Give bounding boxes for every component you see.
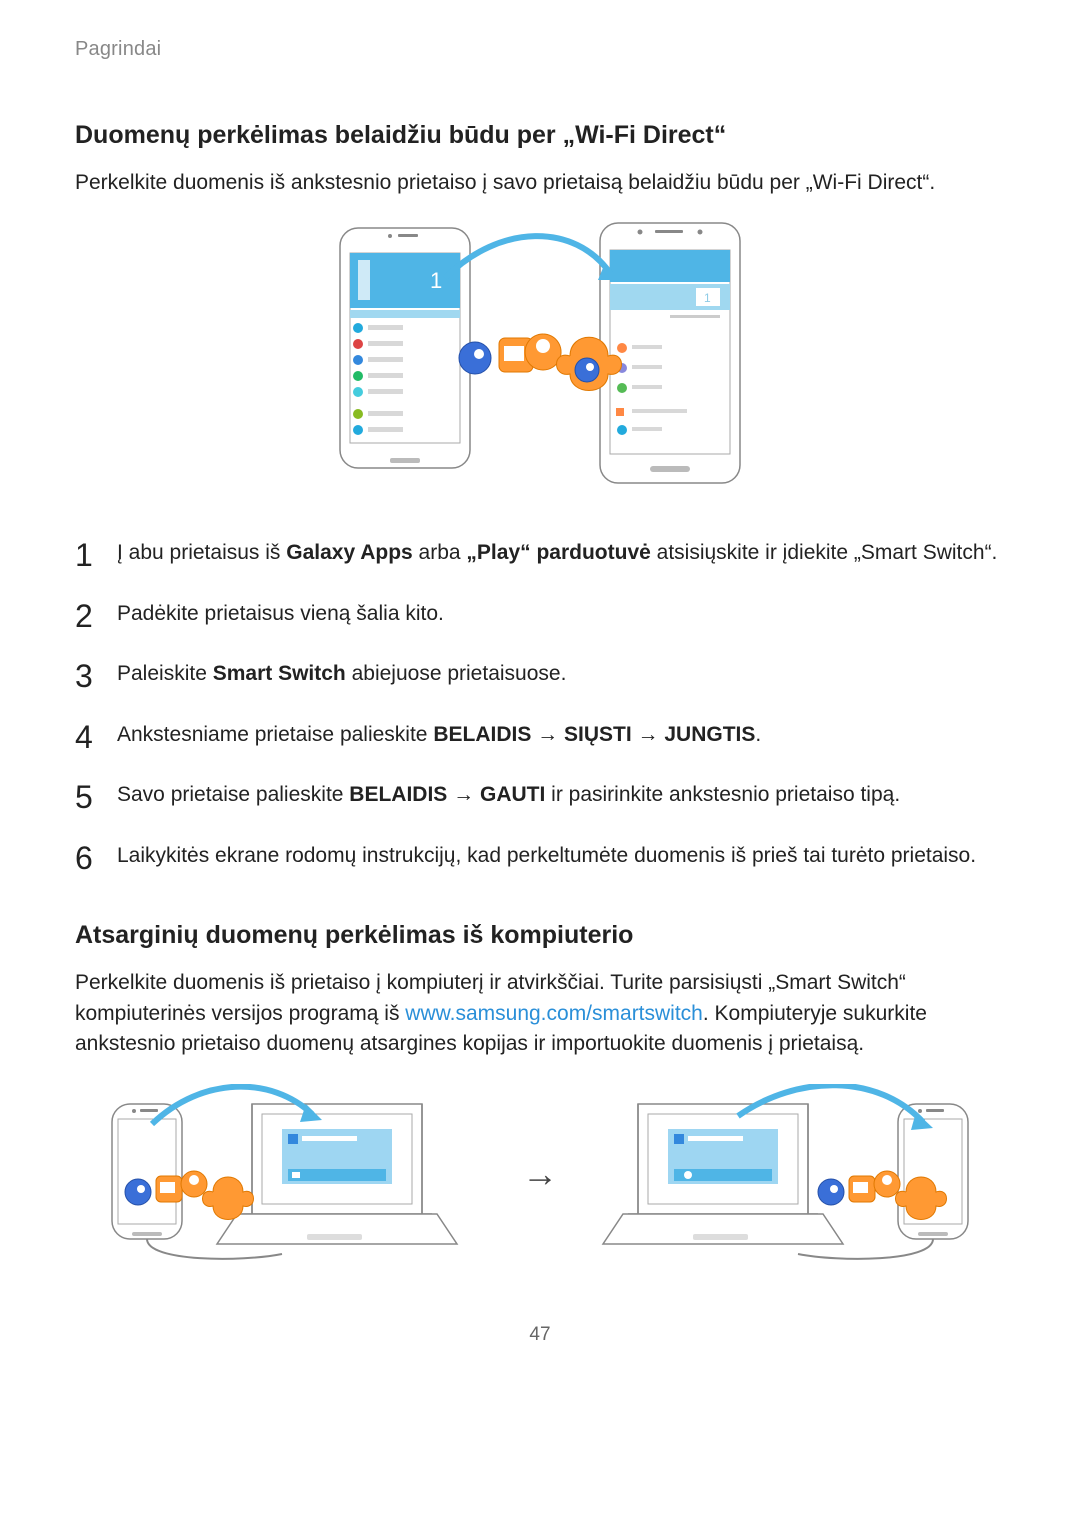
step5-pre: Savo prietaise palieskite <box>117 783 349 806</box>
illustration-phone-laptop-left <box>102 1084 482 1264</box>
step3-post: abiejuose prietaisuose. <box>346 662 567 685</box>
section2-paragraph: Perkelkite duomenis iš prietaiso į kompi… <box>75 968 1005 1059</box>
smartswitch-link[interactable]: www.samsung.com/smartswitch <box>405 1002 703 1025</box>
arrow-icon: → <box>632 723 665 746</box>
svg-text:1: 1 <box>430 268 442 293</box>
step5-b1: BELAIDIS <box>349 783 447 806</box>
step4-b3: JUNGTIS <box>664 723 755 746</box>
step4-post: . <box>755 723 761 746</box>
step-4: Ankstesniame prietaise palieskite BELAID… <box>75 720 1005 750</box>
page-number: 47 <box>75 1324 1005 1346</box>
steps-list: Į abu prietaisus iš Galaxy Apps arba „Pl… <box>75 538 1005 871</box>
step3-pre: Paleiskite <box>117 662 213 685</box>
step4-b1: BELAIDIS <box>433 723 531 746</box>
step-5: Savo prietaise palieskite BELAIDIS → GAU… <box>75 780 1005 810</box>
step1-b2: „Play“ parduotuvė <box>466 541 650 564</box>
illustration-phone-laptop-right <box>598 1084 978 1264</box>
section1-title: Duomenų perkėlimas belaidžiu būdu per „W… <box>75 121 1005 150</box>
breadcrumb: Pagrindai <box>75 38 1005 61</box>
step1-pre: Į abu prietaisus iš <box>117 541 286 564</box>
step1-post: atsisiųskite ir įdiekite „Smart Switch“. <box>651 541 998 564</box>
figure-computer-transfer: → <box>75 1084 1005 1264</box>
step4-pre: Ankstesniame prietaise palieskite <box>117 723 433 746</box>
step-1: Į abu prietaisus iš Galaxy Apps arba „Pl… <box>75 538 1005 568</box>
section1-intro: Perkelkite duomenis iš ankstesnio prieta… <box>75 168 1005 198</box>
step5-b2: GAUTI <box>480 783 545 806</box>
step-2: Padėkite prietaisus vieną šalia kito. <box>75 599 1005 629</box>
step1-b1: Galaxy Apps <box>286 541 412 564</box>
step1-mid1: arba <box>413 541 467 564</box>
step4-b2: SIŲSTI <box>564 723 632 746</box>
arrow-icon: → <box>531 723 564 746</box>
figure-wifi-direct: 1 1 <box>75 218 1005 498</box>
illustration-two-phones: 1 1 <box>300 218 780 498</box>
step5-post: ir pasirinkite ankstesnio prietaiso tipą… <box>545 783 900 806</box>
arrow-icon: → <box>447 783 480 806</box>
step-6: Laikykitės ekrane rodomų instrukcijų, ka… <box>75 841 1005 871</box>
step3-b1: Smart Switch <box>213 662 346 685</box>
arrow-right-icon: → <box>522 1153 558 1195</box>
svg-text:1: 1 <box>704 291 711 305</box>
step-3: Paleiskite Smart Switch abiejuose prieta… <box>75 659 1005 689</box>
section2-title: Atsarginių duomenų perkėlimas iš kompiut… <box>75 921 1005 950</box>
